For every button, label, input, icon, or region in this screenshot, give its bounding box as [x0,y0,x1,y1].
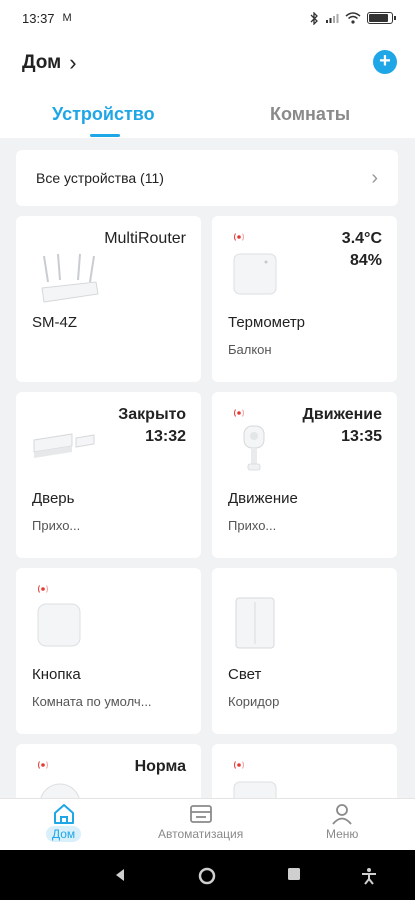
status-bar: 13:37 M [0,0,415,36]
device-card-door[interactable]: Закрыто 13:32 Дверь Прихо... [16,392,201,558]
bottom-navigation: Дом Автоматизация Меню [0,798,415,850]
home-icon [53,804,74,824]
system-navigation-bar [0,850,415,900]
signal-strength-icon [38,585,48,593]
device-card-motion[interactable]: Движение 13:35 Движение Прихо... [212,392,397,558]
nav-automation-label: Автоматизация [158,827,244,841]
home-selector[interactable]: Дом › [22,50,77,76]
nav-automation[interactable]: Автоматизация [158,803,243,841]
temperature-value: 3.4°C [341,230,382,247]
status-icons [309,11,396,25]
back-icon[interactable] [112,867,128,883]
wireless-button-icon [37,603,81,647]
active-tab-indicator [90,134,120,137]
signal-icon [326,14,339,23]
door-time: 13:32 [145,428,186,445]
nav-home[interactable]: Дом [46,803,82,842]
tab-devices[interactable]: Устройство [52,104,155,125]
device-room: Комната по умолч... [32,694,152,709]
device-card-light[interactable]: Свет Коридор [212,568,397,734]
tab-rooms[interactable]: Комнаты [270,104,350,125]
all-devices-label: Все устройства (11) [36,170,164,186]
device-card-thermometer[interactable]: 3.4°C 84% Термометр Балкон [212,216,397,382]
door-sensor-icon [33,433,95,458]
recent-apps-icon[interactable] [287,867,301,881]
accessibility-icon[interactable] [361,867,377,885]
device-name: Кнопка [32,666,81,683]
nav-menu[interactable]: Меню [326,803,358,841]
device-card-router[interactable]: MultiRouter SM-4Z [16,216,201,382]
chevron-right-icon: › [69,50,77,75]
home-title-label: Дом [22,52,62,73]
device-room: Коридор [228,694,280,709]
chevron-right-icon: › [371,166,378,189]
status-time: 13:37 [22,10,55,26]
device-name: Свет [228,666,262,683]
signal-strength-icon [234,409,244,417]
device-name: Дверь [32,490,75,507]
motion-sensor-icon [243,425,265,471]
humidity-value: 84% [349,252,382,269]
user-icon [332,804,352,825]
device-status: Движение 13:35 [303,404,383,448]
door-state: Закрыто [118,406,186,423]
device-status: MultiRouter [104,230,186,247]
wall-switch-icon [235,597,275,649]
device-status: Закрыто 13:32 [118,404,186,448]
device-status: Норма [134,758,186,775]
battery-icon [367,12,396,24]
tab-bar: Устройство Комнаты [0,102,415,138]
device-room: Прихо... [228,518,277,533]
router-icon [41,253,99,303]
device-room: Балкон [228,342,272,357]
all-devices-row[interactable]: Все устройства (11) › [16,150,398,206]
wifi-icon [345,12,361,24]
device-name: Термометр [228,314,306,331]
device-card-button[interactable]: Кнопка Комната по умолч... [16,568,201,734]
home-circle-icon[interactable] [198,867,216,885]
sensor-icon [233,781,277,800]
device-room: Прихо... [32,518,81,533]
add-device-button[interactable]: + [373,50,397,74]
nav-menu-label: Меню [326,827,359,841]
signal-strength-icon [38,761,48,769]
automation-icon [189,805,212,823]
app-header: Дом › + Устройство Комнаты [0,36,415,138]
signal-strength-icon [234,761,244,769]
mail-notification-icon: M [62,12,72,24]
device-name: Движение [228,490,298,507]
motion-time: 13:35 [341,428,382,445]
motion-state: Движение [302,406,383,423]
nav-home-label: Дом [46,826,82,842]
thermometer-sensor-icon [233,253,277,295]
bluetooth-icon [310,11,318,25]
device-name: SM-4Z [32,314,77,331]
device-status: 3.4°C 84% [342,228,382,272]
signal-strength-icon [234,233,244,241]
